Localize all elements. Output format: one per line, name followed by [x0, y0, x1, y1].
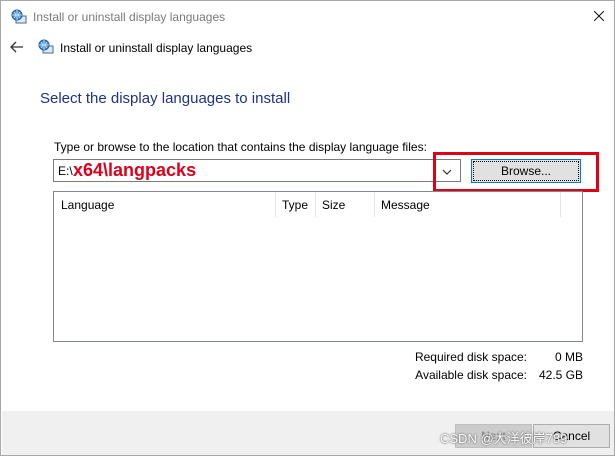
column-header-language[interactable]: Language — [54, 192, 275, 217]
window-title: Install or uninstall display languages — [33, 10, 226, 24]
back-button[interactable] — [9, 39, 27, 57]
available-disk-value: 42.5 GB — [538, 368, 583, 382]
nav-title: Install or uninstall display languages — [60, 41, 253, 55]
column-header-size[interactable]: Size — [315, 192, 375, 217]
path-combobox[interactable]: E:\ x64\langpacks — [53, 159, 461, 182]
close-button[interactable] — [584, 1, 614, 33]
annotation-highlight-box — [433, 152, 599, 192]
column-header-message[interactable]: Message — [374, 192, 559, 217]
back-arrow-icon — [9, 41, 25, 58]
watermark: CSDN @大洋彼岸789 — [440, 431, 568, 446]
column-header-type[interactable]: Type — [275, 192, 316, 217]
dialog-window: Install or uninstall display languages I… — [0, 0, 615, 456]
close-icon — [593, 10, 605, 24]
required-disk-value: 0 MB — [554, 350, 583, 364]
path-label: Type or browse to the location that cont… — [54, 140, 427, 154]
path-input-value[interactable]: E:\ — [58, 164, 73, 178]
column-separator[interactable] — [560, 192, 561, 217]
language-list[interactable]: Language Type Size Message — [53, 191, 583, 342]
required-disk-label: Required disk space: — [414, 350, 527, 364]
globe-monitor-icon — [11, 9, 27, 25]
page-heading: Select the display languages to install — [40, 90, 291, 107]
globe-monitor-icon — [38, 39, 54, 55]
title-bar[interactable]: Install or uninstall display languages — [1, 1, 614, 33]
available-disk-label: Available disk space: — [415, 368, 527, 382]
path-annotation-text: x64\langpacks — [73, 160, 197, 180]
